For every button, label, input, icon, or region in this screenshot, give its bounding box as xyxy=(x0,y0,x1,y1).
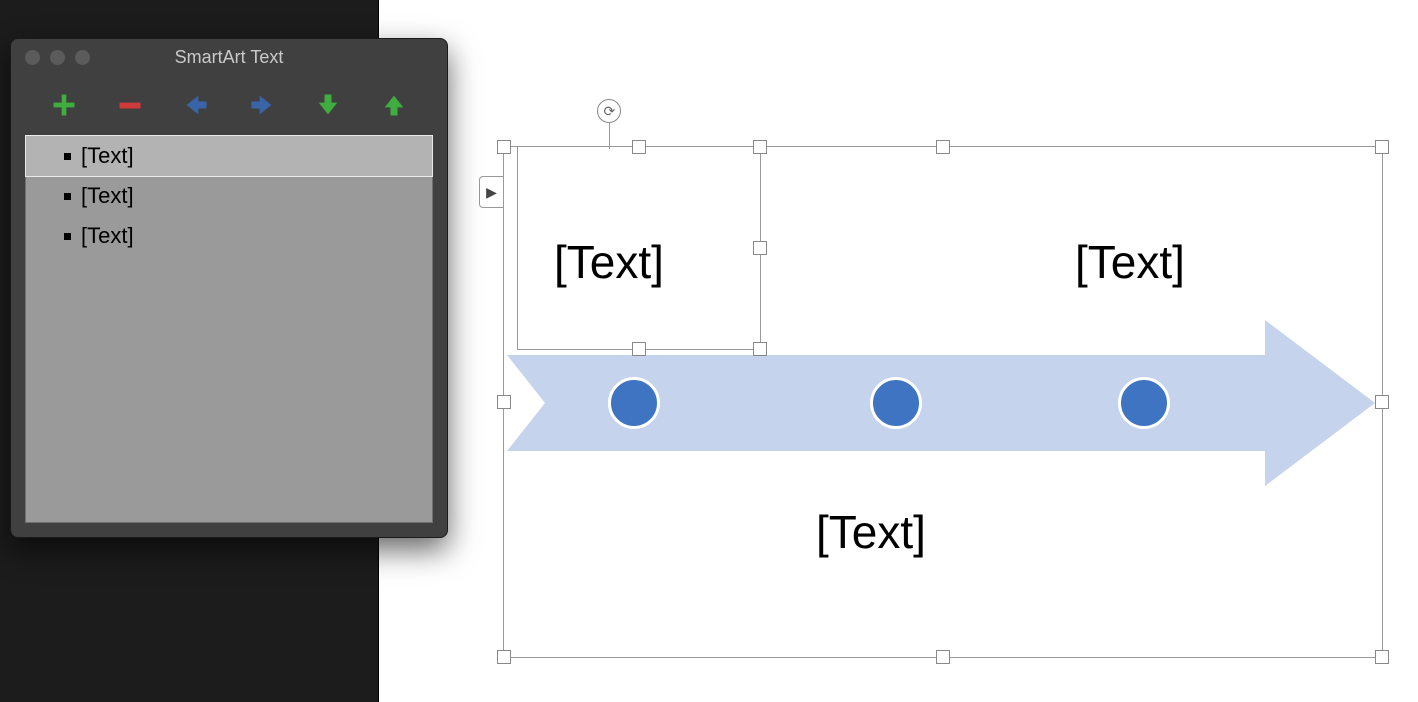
bullet-icon xyxy=(64,153,71,160)
arrow-up-icon xyxy=(380,91,408,119)
inner-resize-handle-se[interactable] xyxy=(753,342,767,356)
window-zoom-button[interactable] xyxy=(75,50,90,65)
add-item-button[interactable] xyxy=(48,89,80,121)
outline-item-label: [Text] xyxy=(81,223,134,249)
expand-text-pane-tab[interactable]: ▶ xyxy=(479,176,503,208)
rotate-handle[interactable]: ⟳ xyxy=(597,99,621,123)
arrow-right-icon xyxy=(248,91,276,119)
inner-resize-handle-e[interactable] xyxy=(753,241,767,255)
inner-resize-handle-ne[interactable] xyxy=(753,140,767,154)
window-minimize-button[interactable] xyxy=(50,50,65,65)
plus-icon xyxy=(50,91,78,119)
timeline-dot-3 xyxy=(1118,377,1170,429)
resize-handle-se[interactable] xyxy=(1375,650,1389,664)
remove-item-button[interactable] xyxy=(114,89,146,121)
inner-resize-handle-n[interactable] xyxy=(632,140,646,154)
minus-icon xyxy=(116,91,144,119)
node-text-selection-frame[interactable] xyxy=(517,146,761,350)
resize-handle-nw[interactable] xyxy=(497,140,511,154)
outline-item[interactable]: [Text] xyxy=(26,136,432,176)
move-up-button[interactable] xyxy=(378,89,410,121)
slide-canvas[interactable]: ⟳ ▶ [Text] [Text] [Text] xyxy=(378,0,1418,702)
timeline-arrow-tail xyxy=(507,355,545,451)
outline-item[interactable]: [Text] xyxy=(26,216,432,256)
pane-titlebar[interactable]: SmartArt Text xyxy=(11,39,447,75)
arrow-left-icon xyxy=(182,91,210,119)
text-outline-list[interactable]: [Text] [Text] [Text] xyxy=(25,135,433,523)
demote-button[interactable] xyxy=(246,89,278,121)
arrow-down-icon xyxy=(314,91,342,119)
resize-handle-ne[interactable] xyxy=(1375,140,1389,154)
timeline-node-label-3[interactable]: [Text] xyxy=(1075,235,1185,289)
bullet-icon xyxy=(64,233,71,240)
resize-handle-s[interactable] xyxy=(936,650,950,664)
outline-item-label: [Text] xyxy=(81,143,134,169)
timeline-dot-2 xyxy=(870,377,922,429)
timeline-arrow-head xyxy=(1265,320,1375,486)
window-close-button[interactable] xyxy=(25,50,40,65)
timeline-node-label-2[interactable]: [Text] xyxy=(816,505,926,559)
bullet-icon xyxy=(64,193,71,200)
smartart-text-pane[interactable]: SmartArt Text [Text] [Text] xyxy=(10,38,448,538)
resize-handle-e[interactable] xyxy=(1375,395,1389,409)
pane-toolbar xyxy=(11,75,447,135)
window-controls xyxy=(25,50,90,65)
outline-item-label: [Text] xyxy=(81,183,134,209)
inner-resize-handle-s[interactable] xyxy=(632,342,646,356)
promote-button[interactable] xyxy=(180,89,212,121)
resize-handle-sw[interactable] xyxy=(497,650,511,664)
move-down-button[interactable] xyxy=(312,89,344,121)
timeline-dot-1 xyxy=(608,377,660,429)
outline-item[interactable]: [Text] xyxy=(26,176,432,216)
resize-handle-n[interactable] xyxy=(936,140,950,154)
